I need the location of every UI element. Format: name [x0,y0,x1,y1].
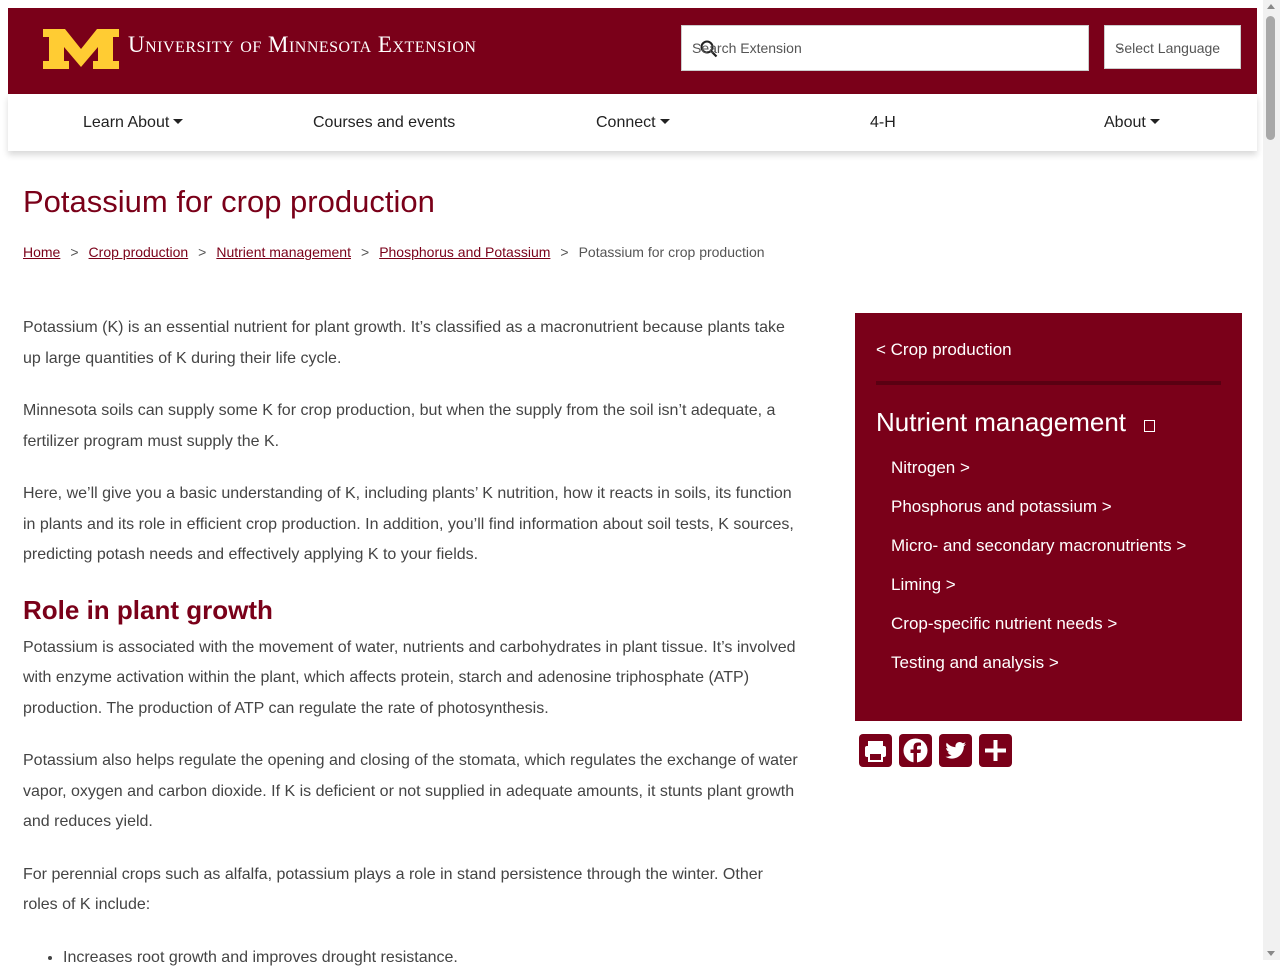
search-box [681,25,1089,71]
search-input[interactable] [690,26,1072,70]
page-title: Potassium for crop production [23,184,435,219]
sidebar-links: Nitrogen > Phosphorus and potassium > Mi… [891,458,1186,692]
nav-item-about[interactable]: About [1104,114,1160,132]
caret-down-icon [659,119,670,124]
breadcrumb-separator: > [198,244,207,260]
nav-item-label: Courses and events [313,114,456,131]
breadcrumb-current: Potassium for crop production [578,244,765,260]
twitter-icon [945,742,966,759]
main-nav: Learn About Courses and events Connect 4… [8,94,1257,151]
breadcrumb-separator: > [70,244,79,260]
main-content: Potassium (K) is an essential nutrient f… [23,313,798,973]
nav-item-4h[interactable]: 4-H [870,114,896,132]
university-m-logo-icon[interactable] [41,27,121,71]
intro-paragraph: Minnesota soils can supply some K for cr… [23,402,776,450]
intro-paragraph: Potassium (K) is an essential nutrient f… [23,319,785,367]
twitter-share-button[interactable] [939,734,972,767]
nav-item-label: 4-H [870,114,896,131]
breadcrumb-link-home[interactable]: Home [23,244,60,260]
section-paragraph: Potassium is associated with the movemen… [23,638,796,717]
sidebar-item-micronutrients[interactable]: Micro- and secondary macronutrients > [891,536,1186,575]
sidebar-item-phosphorus-potassium[interactable]: Phosphorus and potassium > [891,497,1186,536]
breadcrumb-link-phosphorus-potassium[interactable]: Phosphorus and Potassium [379,244,550,260]
facebook-icon [903,738,928,763]
sidebar-heading: Nutrient management [876,407,1127,437]
sidebar-item-testing-analysis[interactable]: Testing and analysis > [891,653,1186,692]
section-heading: Role in plant growth [23,594,273,625]
plus-icon [985,740,1006,761]
language-select[interactable]: Select Language ⌄ [1104,25,1241,69]
chevron-down-icon: ⌄ [1115,39,1126,53]
sidebar-item-crop-specific[interactable]: Crop-specific nutrient needs > [891,614,1186,653]
breadcrumb-separator: > [361,244,370,260]
caret-down-icon [1149,119,1160,124]
sidebar-item-liming[interactable]: Liming > [891,575,1186,614]
breadcrumb-link-crop-production[interactable]: Crop production [89,244,189,260]
nav-item-label: Learn About [83,114,170,131]
scroll-down-arrow-icon[interactable] [1267,951,1275,956]
nav-item-courses-events[interactable]: Courses and events [313,114,455,132]
site-brand-name[interactable]: University of Minnesota Extension [128,32,476,58]
site-header: University of Minnesota Extension Select… [8,8,1257,94]
caret-down-icon [173,119,184,124]
collapse-toggle-icon[interactable] [1144,420,1155,432]
facebook-share-button[interactable] [899,734,932,767]
print-icon [865,741,886,762]
print-button[interactable] [859,734,892,767]
nav-item-connect[interactable]: Connect [596,114,670,132]
roles-list: Increases root growth and improves droug… [23,943,798,973]
breadcrumb-link-nutrient-management[interactable]: Nutrient management [216,244,351,260]
nav-item-label: Connect [596,114,656,131]
sidebar-item-nitrogen[interactable]: Nitrogen > [891,458,1186,497]
nav-item-label: About [1104,114,1146,131]
section-paragraph: Potassium also helps regulate the openin… [23,752,798,830]
more-share-button[interactable] [979,734,1012,767]
sidebar-back-link[interactable]: < Crop production [876,340,1012,360]
scrollbar-thumb[interactable] [1266,16,1275,140]
nav-item-learn-about[interactable]: Learn About [83,114,184,132]
page-scrollbar[interactable] [1263,0,1280,960]
intro-paragraph: Here, we’ll give you a basic understandi… [23,485,794,563]
sidebar-nav: < Crop production Nutrient management Ni… [855,313,1242,721]
section-paragraph: For perennial crops such as alfalfa, pot… [23,865,763,914]
list-item: Increases root growth and improves droug… [63,943,798,973]
breadcrumb-separator: > [560,244,569,260]
scroll-up-arrow-icon[interactable] [1267,4,1275,9]
divider [876,381,1221,385]
breadcrumb: Home > Crop production > Nutrient management… [23,244,765,260]
